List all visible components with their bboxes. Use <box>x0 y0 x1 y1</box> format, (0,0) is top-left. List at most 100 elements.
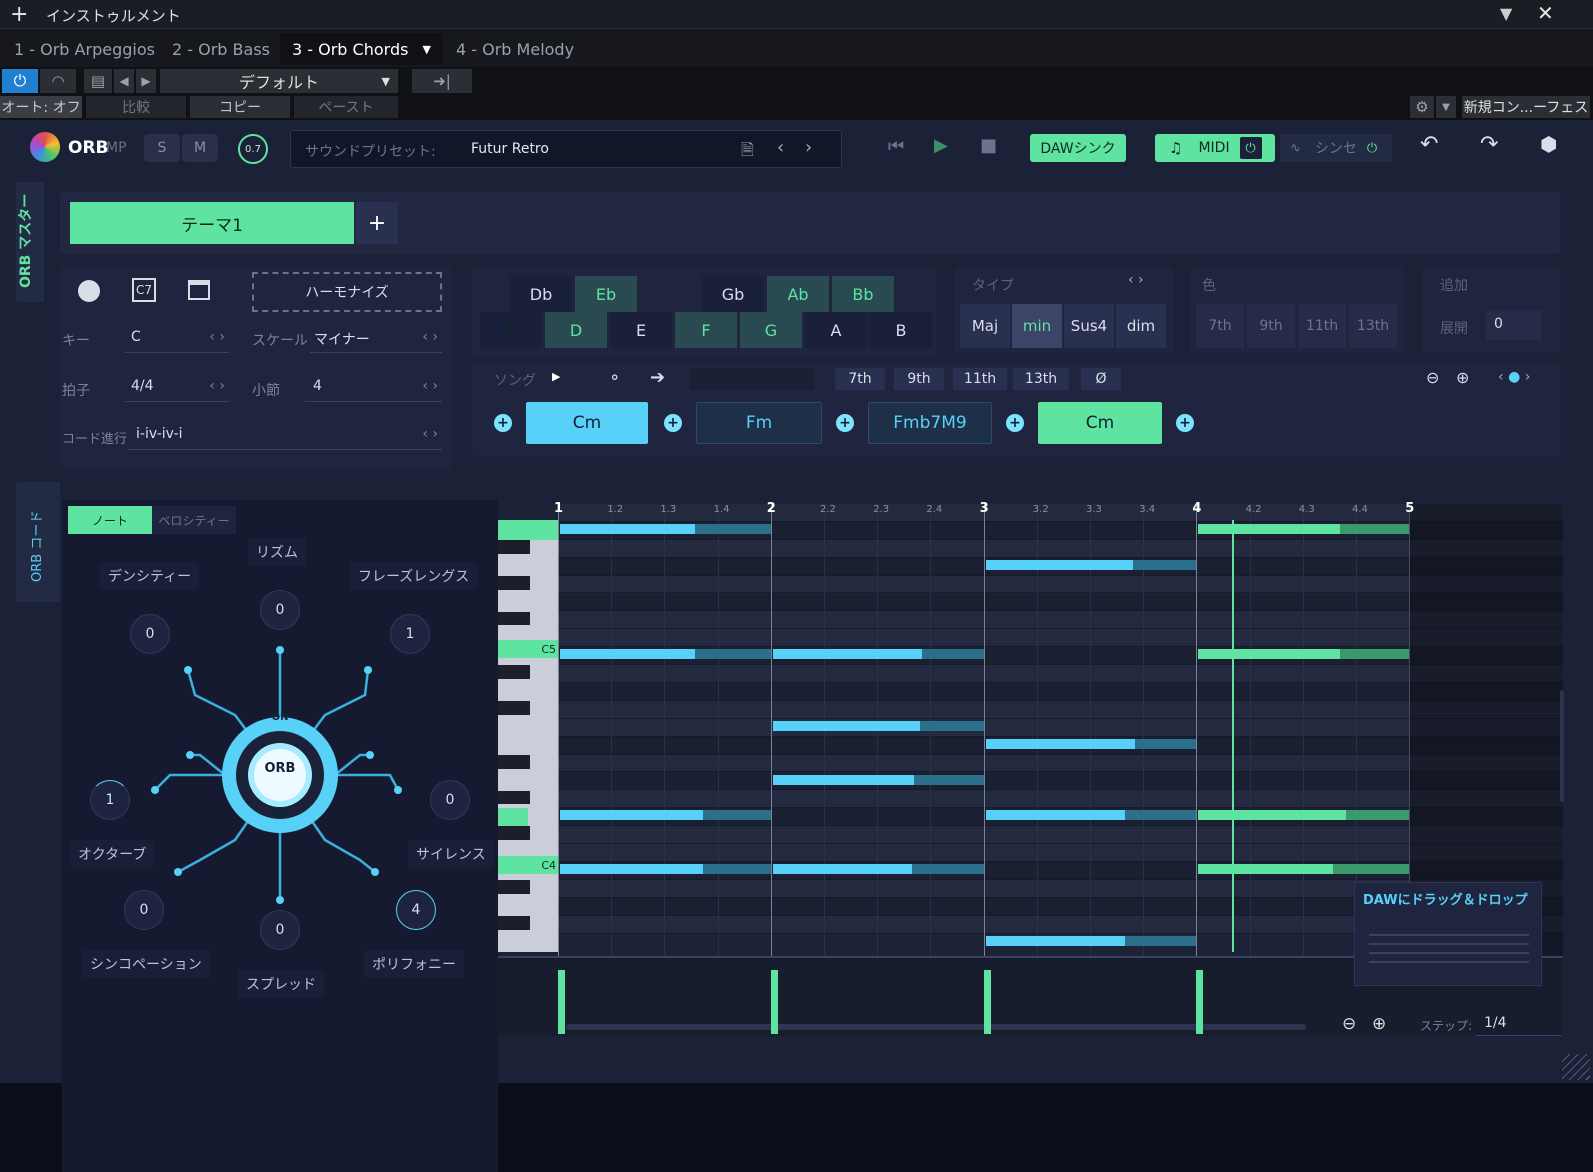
step-select[interactable]: 1/4 <box>1476 1012 1562 1036</box>
compare-button[interactable]: 比較 <box>86 96 186 118</box>
chevron-lr-icon[interactable]: ‹ › <box>1128 272 1144 288</box>
polyphony-knob[interactable]: 4 <box>396 890 436 930</box>
rhythm-knob[interactable]: 0 <box>260 590 300 630</box>
type-maj[interactable]: Maj <box>960 304 1010 348</box>
power-icon[interactable]: ⏻ <box>2 69 38 93</box>
arrow-circle-icon[interactable]: ➔ <box>650 367 665 388</box>
next-icon[interactable]: › <box>805 137 812 158</box>
key-c[interactable]: C <box>480 312 542 348</box>
key-gb[interactable]: Gb <box>702 276 764 312</box>
prev-icon[interactable]: ‹ <box>777 137 784 158</box>
key-g[interactable]: G <box>740 312 802 348</box>
add-theme-button[interactable]: + <box>356 202 398 244</box>
midi-note[interactable] <box>772 864 984 875</box>
midi-note[interactable] <box>1198 810 1410 821</box>
type-dim[interactable]: dim <box>1116 304 1166 348</box>
tab-note[interactable]: ノート <box>68 506 152 534</box>
midi-note[interactable] <box>772 649 984 660</box>
zoom-in-icon[interactable]: ⊕ <box>1372 1014 1386 1034</box>
add-chord-icon[interactable]: + <box>494 414 512 432</box>
midi-note[interactable] <box>560 864 771 875</box>
chevron-lr-icon[interactable]: ‹ › <box>422 378 438 394</box>
save-icon[interactable]: 🗎 <box>741 139 754 166</box>
midi-note[interactable] <box>985 810 1197 821</box>
tab-orb-arpeggios[interactable]: 1 - Orb Arpeggios <box>2 33 167 65</box>
key-e[interactable]: E <box>610 312 672 348</box>
send-icon[interactable]: ➜| <box>412 69 472 93</box>
preset-select[interactable]: デフォルト ▼ <box>160 69 398 93</box>
key-db[interactable]: Db <box>510 276 572 312</box>
power-icon[interactable]: ⏻ <box>1367 141 1377 156</box>
octave-knob[interactable]: 1 <box>90 780 130 820</box>
black-key[interactable] <box>498 826 530 841</box>
copy-button[interactable]: コピー <box>190 96 290 118</box>
tab-orb-bass[interactable]: 2 - Orb Bass <box>160 33 282 65</box>
add-chord-icon[interactable]: + <box>664 414 682 432</box>
redo-icon[interactable]: ↷ <box>1480 132 1498 157</box>
tab-velocity[interactable]: ベロシティー <box>152 506 236 534</box>
chord-slot-3[interactable]: Fmb7M9 <box>868 402 992 444</box>
bars-select[interactable]: 4 ‹ › <box>305 374 442 402</box>
song-ext-7th[interactable]: 7th <box>835 368 885 390</box>
song-ext-13th[interactable]: 13th <box>1013 368 1069 390</box>
key-f[interactable]: F <box>675 312 737 348</box>
midi-note[interactable] <box>560 649 771 660</box>
add-chord-icon[interactable]: + <box>1176 414 1194 432</box>
skip-back-icon[interactable]: ⏮ <box>888 136 904 157</box>
add-icon[interactable]: + <box>10 2 28 27</box>
velocity-bar[interactable] <box>558 970 565 1034</box>
black-key[interactable] <box>498 915 530 930</box>
song-ext-9th[interactable]: 9th <box>894 368 944 390</box>
circle-mode-icon[interactable] <box>78 280 100 302</box>
theme-tab[interactable]: テーマ1 <box>70 202 354 244</box>
black-key[interactable] <box>498 611 530 626</box>
time-select[interactable]: 4/4 ‹ › <box>125 374 229 402</box>
song-input[interactable] <box>690 368 814 390</box>
tab-orb-chords[interactable]: 3 - Orb Chords ▼ <box>280 33 442 65</box>
drag-drop-panel[interactable]: DAWにドラッグ＆ドロップ <box>1354 882 1542 986</box>
midi-note[interactable] <box>772 720 984 731</box>
auto-off-button[interactable]: オート: オフ <box>0 96 82 118</box>
chevron-lr-icon[interactable]: ‹ › <box>422 329 438 345</box>
key-ab[interactable]: Ab <box>767 276 829 312</box>
solo-button[interactable]: S <box>144 134 180 162</box>
black-key[interactable] <box>498 754 530 769</box>
density-knob[interactable]: 0 <box>130 614 170 654</box>
black-key[interactable] <box>498 880 530 894</box>
grid-icon[interactable] <box>188 280 210 300</box>
gear-icon[interactable]: ⚙ <box>1410 96 1434 118</box>
tab-orb-melody[interactable]: 4 - Orb Melody <box>444 33 586 65</box>
chevron-lr-icon[interactable]: ‹ › <box>209 378 225 394</box>
key-select[interactable]: C ‹ › <box>125 325 229 353</box>
preset-list-icon[interactable]: ▤ <box>84 69 112 93</box>
stop-icon[interactable]: ■ <box>980 135 997 156</box>
horizontal-scrollbar[interactable] <box>566 1024 1306 1030</box>
phrase-length-knob[interactable]: 1 <box>390 614 430 654</box>
piano-icon[interactable]: ⚬ <box>608 368 621 387</box>
page-dots-icon[interactable]: ‹ ● › <box>1498 369 1530 385</box>
zoom-out-icon[interactable]: ⊖ <box>1342 1014 1356 1034</box>
song-ext-11th[interactable]: 11th <box>953 368 1007 390</box>
prev-preset-icon[interactable]: ◀ <box>114 69 134 93</box>
velocity-bar[interactable] <box>770 970 778 1034</box>
song-ext-none[interactable]: Ø <box>1081 368 1121 390</box>
settings-icon[interactable]: ⬢ <box>1540 132 1557 156</box>
velocity-bar[interactable] <box>1196 970 1204 1034</box>
volume-knob[interactable]: 0.7 <box>238 134 268 164</box>
midi-note[interactable] <box>1198 524 1410 534</box>
add-chord-icon[interactable]: + <box>836 414 854 432</box>
add-chord-icon[interactable]: + <box>1006 414 1024 432</box>
play-icon[interactable]: ▶ <box>934 135 948 156</box>
velocity-bar[interactable] <box>983 970 991 1034</box>
chevron-lr-icon[interactable]: ‹ › <box>209 329 225 345</box>
daw-sync-button[interactable]: DAWシンク <box>1030 134 1126 162</box>
paste-button[interactable]: ペースト <box>294 96 398 118</box>
black-key[interactable] <box>498 575 530 590</box>
undo-icon[interactable]: ↶ <box>1420 132 1438 157</box>
black-key[interactable] <box>498 790 530 805</box>
orb-center-label[interactable]: ORB <box>255 756 305 780</box>
midi-note[interactable] <box>772 774 984 785</box>
type-min[interactable]: min <box>1012 304 1062 348</box>
scale-select[interactable]: マイナー ‹ › <box>310 325 442 353</box>
midi-note[interactable] <box>560 524 771 534</box>
